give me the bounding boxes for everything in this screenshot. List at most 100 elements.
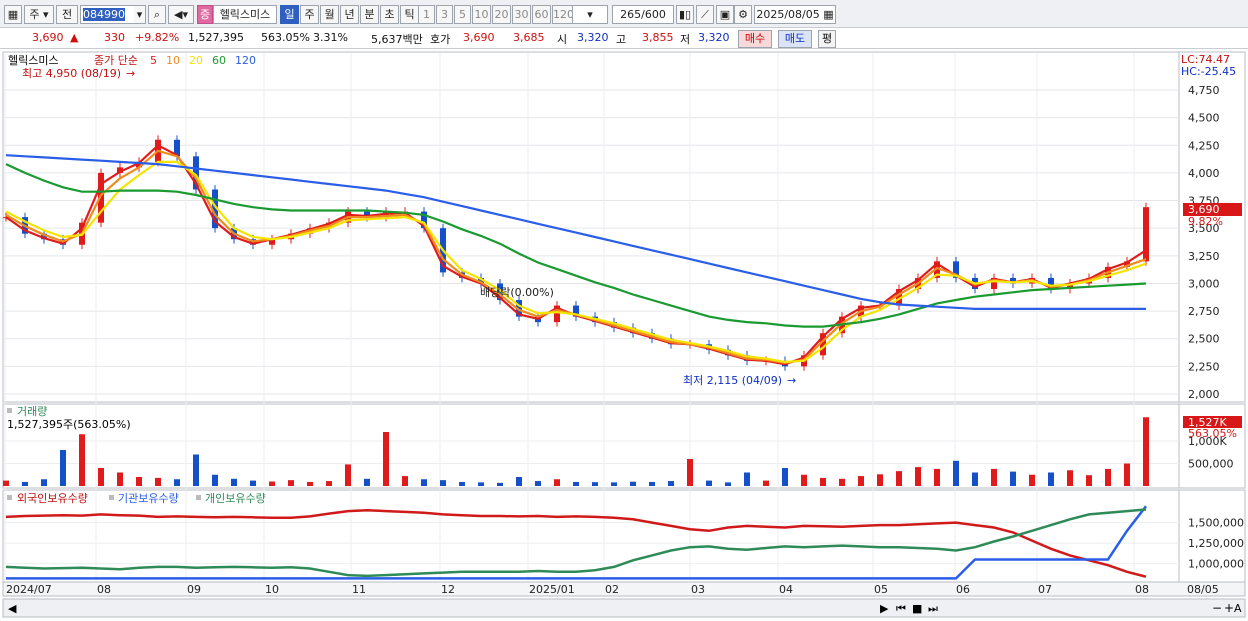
volume-value-text: 1,527,395주(563.05%) bbox=[7, 418, 131, 431]
volume-bar bbox=[516, 477, 522, 486]
volume-bar bbox=[79, 434, 85, 486]
date-tick-label: 2025/01 bbox=[529, 583, 575, 596]
volume-bar bbox=[972, 472, 978, 486]
individual-legend-icon bbox=[196, 495, 201, 500]
open-price: 3,320 bbox=[577, 31, 609, 44]
gear-icon[interactable]: ⚙ bbox=[734, 5, 752, 24]
volume-bar bbox=[839, 478, 845, 486]
volume-bar bbox=[687, 459, 693, 486]
open-label: 시 bbox=[557, 33, 568, 46]
volume-bar bbox=[459, 481, 465, 486]
price-legend-ma: 종가 단순 bbox=[94, 54, 138, 67]
date-tick-label: 06 bbox=[956, 583, 970, 596]
last-page-icon[interactable]: ⏭ bbox=[928, 602, 938, 615]
volume-bar bbox=[991, 468, 997, 486]
turnover-rate: 3.31% bbox=[313, 31, 348, 44]
holding-tick-label: 1,250,000 bbox=[1188, 537, 1244, 550]
inst-legend-icon bbox=[109, 495, 114, 500]
prev-button[interactable]: 전 bbox=[56, 5, 78, 24]
toolbar: ▦ 주 ▾ 전 084990 ▾ ⌕ ◀▾ 증 헬릭스미스 일주월년분초틱 13… bbox=[0, 0, 1248, 28]
interval-button[interactable]: 5 bbox=[454, 5, 471, 24]
volume-bar bbox=[554, 479, 560, 486]
period-tab[interactable]: 년 bbox=[340, 5, 359, 24]
chart-canvas[interactable]: 4,7504,5004,2504,0003,7503,5003,2503,000… bbox=[0, 50, 1248, 621]
count-box[interactable]: 265/600 bbox=[612, 5, 674, 24]
interval-select[interactable]: ▾ bbox=[572, 5, 608, 24]
volume-percent: 563.05% bbox=[261, 31, 310, 44]
low-arrow: → bbox=[787, 374, 796, 387]
ask-price: 3,690 bbox=[463, 31, 495, 44]
bid-price: 3,685 bbox=[513, 31, 545, 44]
volume-bar bbox=[1048, 472, 1054, 486]
speaker-icon[interactable]: ◀▾ bbox=[168, 5, 194, 24]
inst-legend: 기관보유수량 bbox=[118, 492, 179, 505]
foreign-legend-icon bbox=[7, 495, 12, 500]
low-price: 3,320 bbox=[698, 31, 730, 44]
price-change: 330 bbox=[104, 31, 125, 44]
layout-icon[interactable]: ▦ bbox=[4, 5, 22, 24]
period-tab[interactable]: 틱 bbox=[400, 5, 419, 24]
last-pct-tag-text: 9.82% bbox=[1188, 215, 1223, 228]
code-value: 084990 bbox=[83, 8, 125, 21]
interval-button[interactable]: 120 bbox=[552, 5, 574, 24]
period-tab[interactable]: 일 bbox=[280, 5, 299, 24]
sell-button[interactable]: 매도 bbox=[778, 30, 812, 48]
period-type-label: 주 bbox=[29, 8, 40, 21]
eval-button[interactable]: 평 bbox=[818, 30, 836, 48]
volume-bar bbox=[877, 474, 883, 486]
price-panel-frame bbox=[2, 51, 1180, 403]
period-tab[interactable]: 초 bbox=[380, 5, 399, 24]
candle-body bbox=[1143, 207, 1149, 262]
date-tick-label: 03 bbox=[691, 583, 705, 596]
volume-bar bbox=[231, 478, 237, 486]
interval-button[interactable]: 1 bbox=[418, 5, 435, 24]
date-tick-label: 05 bbox=[874, 583, 888, 596]
high-label: 고 bbox=[616, 33, 627, 46]
volume-bar bbox=[668, 481, 674, 486]
volume-bar bbox=[364, 478, 370, 486]
scroll-right-icon[interactable]: ▶ bbox=[880, 602, 889, 615]
date-tick-label: 09 bbox=[187, 583, 201, 596]
candle-icon[interactable]: ▮▯ bbox=[676, 5, 694, 24]
date-tick-label: 07 bbox=[1038, 583, 1052, 596]
volume-bar bbox=[307, 481, 313, 486]
period-tab[interactable]: 월 bbox=[320, 5, 339, 24]
period-tab[interactable]: 주 bbox=[300, 5, 319, 24]
volume-bar bbox=[573, 481, 579, 486]
volume-bar bbox=[383, 432, 389, 486]
current-price: 3,690 bbox=[32, 31, 64, 44]
date-tick-label: 11 bbox=[352, 583, 366, 596]
code-dropdown-icon[interactable]: ▾ bbox=[134, 5, 146, 24]
scroll-left-icon[interactable]: ◀ bbox=[8, 602, 17, 615]
scroll-bar[interactable] bbox=[2, 598, 1246, 618]
volume-bar bbox=[250, 480, 256, 486]
first-page-icon[interactable]: ⏮ bbox=[896, 602, 906, 615]
stop-icon[interactable]: ■ bbox=[912, 602, 922, 615]
search-icon[interactable]: ⌕ bbox=[148, 5, 166, 24]
zoom-out-icon[interactable]: − bbox=[1212, 601, 1222, 615]
date-tick-label: 10 bbox=[265, 583, 279, 596]
ma-legend-item: 5 bbox=[150, 54, 157, 67]
volume-bar bbox=[478, 482, 484, 486]
period-tab[interactable]: 분 bbox=[360, 5, 379, 24]
trade-amount: 5,637백만 bbox=[371, 33, 423, 46]
volume-bar bbox=[858, 476, 864, 486]
interval-button[interactable]: 3 bbox=[436, 5, 453, 24]
text-tool-icon[interactable]: A bbox=[1234, 602, 1242, 615]
date-tick-label: 08 bbox=[1135, 583, 1149, 596]
interval-button[interactable]: 20 bbox=[492, 5, 511, 24]
period-type-select[interactable]: 주 ▾ bbox=[24, 5, 54, 24]
interval-button[interactable]: 30 bbox=[512, 5, 531, 24]
stock-name: 헬릭스미스 bbox=[213, 5, 277, 24]
buy-button[interactable]: 매수 bbox=[738, 30, 772, 48]
line-chart-icon[interactable]: ⟋ bbox=[696, 5, 714, 24]
interval-button[interactable]: 10 bbox=[472, 5, 491, 24]
interval-button[interactable]: 60 bbox=[532, 5, 551, 24]
date-field[interactable]: 2025/08/05 ▦ bbox=[754, 5, 836, 24]
volume-bar bbox=[402, 476, 408, 486]
ma-legend-item: 60 bbox=[212, 54, 226, 67]
save-icon[interactable]: ▣ bbox=[716, 5, 734, 24]
hc-label: HC:-25.45 bbox=[1181, 65, 1236, 78]
zoom-in-icon[interactable]: + bbox=[1224, 601, 1234, 615]
low-label: 저 bbox=[680, 33, 691, 46]
